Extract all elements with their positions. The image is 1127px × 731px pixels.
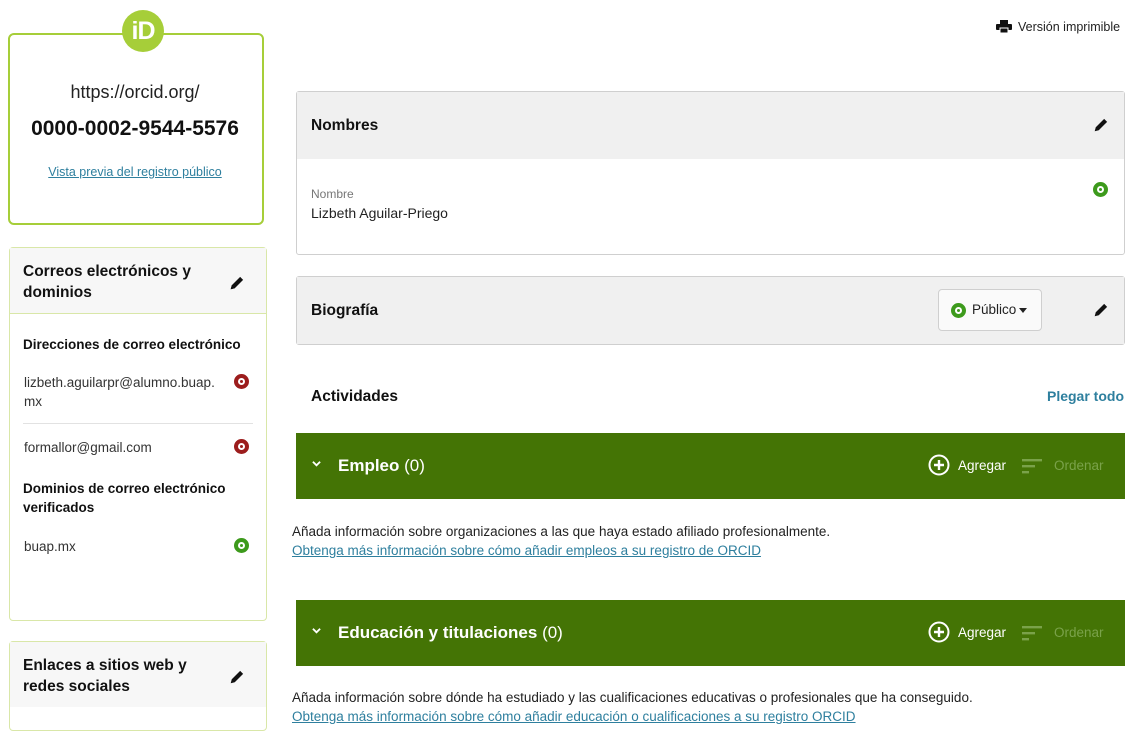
private-visibility-icon[interactable] <box>234 374 249 389</box>
edit-websites-pencil-icon[interactable] <box>228 668 246 686</box>
activities-heading: Actividades <box>311 388 399 405</box>
section-description-text: Añada información sobre organizaciones a… <box>292 524 831 539</box>
public-record-preview-link[interactable]: Vista previa del registro público <box>10 165 260 179</box>
plus-circle-icon <box>928 621 950 643</box>
email-address: lizbeth.aguilarpr@alumno.buap.mx <box>24 375 215 409</box>
public-visibility-icon <box>951 303 966 318</box>
public-visibility-icon[interactable] <box>1093 182 1108 197</box>
add-label: Agregar <box>958 625 1007 640</box>
biography-section: Biografía Público <box>296 276 1125 345</box>
domain-row: buap.mx <box>10 537 266 556</box>
biography-visibility-dropdown[interactable]: Público <box>938 289 1042 331</box>
learn-more-education-link[interactable]: Obtenga más información sobre cómo añadi… <box>292 709 856 724</box>
names-section-header: Nombres <box>297 92 1124 159</box>
section-title-text: Empleo <box>338 456 400 475</box>
section-title-text: Educación y titulaciones <box>338 623 538 642</box>
chevron-down-icon[interactable] <box>312 626 321 635</box>
orcid-url-prefix: https://orcid.org/ <box>70 82 200 102</box>
printable-version-link[interactable]: Versión imprimible <box>996 20 1120 34</box>
chevron-down-icon[interactable] <box>312 459 321 468</box>
printer-icon <box>996 20 1012 33</box>
edit-emails-pencil-icon[interactable] <box>228 274 246 292</box>
verified-domain: buap.mx <box>24 539 76 554</box>
plus-circle-icon <box>928 454 950 476</box>
websites-panel: Enlaces a sitios web y redes sociales <box>9 641 267 731</box>
names-section: Nombres Nombre Lizbeth Aguilar-Priego <box>296 91 1125 255</box>
name-field-value: Lizbeth Aguilar-Priego <box>311 205 448 221</box>
collapse-all-link[interactable]: Plegar todo <box>1047 388 1124 404</box>
orcid-id-card: iD https://orcid.org/ 0000-0002-9544-557… <box>8 10 264 225</box>
employment-section-description: Añada información sobre organizaciones a… <box>292 522 830 560</box>
websites-panel-header: Enlaces a sitios web y redes sociales <box>10 642 266 707</box>
sort-lines-icon <box>1022 459 1042 474</box>
section-description-text: Añada información sobre dónde ha estudia… <box>292 690 973 705</box>
education-section-description: Añada información sobre dónde ha estudia… <box>292 688 973 726</box>
email-address-row: lizbeth.aguilarpr@alumno.buap.mx <box>10 373 266 411</box>
employment-section-bar[interactable]: Empleo (0) Agregar Ordenar <box>296 433 1125 499</box>
emails-panel: Correos electrónicos y dominios Direccio… <box>9 247 267 621</box>
learn-more-employment-link[interactable]: Obtenga más información sobre cómo añadi… <box>292 543 761 558</box>
email-address: formallor@gmail.com <box>24 440 152 455</box>
caret-down-icon <box>1019 308 1027 313</box>
emails-panel-header: Correos electrónicos y dominios <box>10 248 266 314</box>
sort-label: Ordenar <box>1054 625 1104 640</box>
emails-panel-title: Correos electrónicos y dominios <box>23 263 191 301</box>
sort-label: Ordenar <box>1054 458 1104 473</box>
public-visibility-icon[interactable] <box>234 538 249 553</box>
biography-section-title: Biografía <box>311 302 379 319</box>
names-section-body: Nombre Lizbeth Aguilar-Priego <box>297 159 1124 255</box>
sort-lines-icon <box>1022 626 1042 641</box>
orcid-logo-icon: iD <box>122 10 164 52</box>
names-section-title: Nombres <box>311 117 379 134</box>
verified-domains-heading: Dominios de correo electrónico verificad… <box>23 481 226 515</box>
edit-biography-pencil-icon[interactable] <box>1092 301 1110 319</box>
printable-version-label: Versión imprimible <box>1018 20 1121 34</box>
biography-section-header: Biografía Público <box>297 277 1124 344</box>
edit-names-pencil-icon[interactable] <box>1092 116 1110 134</box>
section-count: (0) <box>404 456 425 475</box>
orcid-id-number: 0000-0002-9544-5576 <box>31 117 239 140</box>
section-count: (0) <box>542 623 563 642</box>
email-address-row: formallor@gmail.com <box>10 438 266 457</box>
add-label: Agregar <box>958 458 1007 473</box>
visibility-dropdown-label: Público <box>972 302 1017 317</box>
education-section-bar[interactable]: Educación y titulaciones (0) Agregar Ord… <box>296 600 1125 666</box>
email-addresses-heading: Direcciones de correo electrónico <box>23 337 241 352</box>
employment-section-title: Empleo (0) <box>338 433 425 499</box>
name-field-label: Nombre <box>311 187 354 201</box>
education-section-title: Educación y titulaciones (0) <box>338 600 563 666</box>
private-visibility-icon[interactable] <box>234 439 249 454</box>
websites-panel-title: Enlaces a sitios web y redes sociales <box>23 657 187 695</box>
